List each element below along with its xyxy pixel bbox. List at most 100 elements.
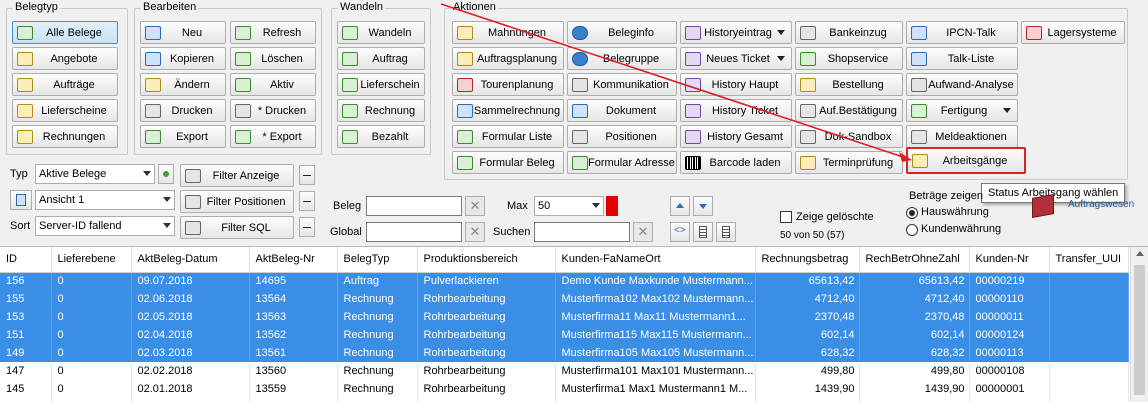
table-row[interactable]: 155 0 02.06.2018 13564 Rechnung Rohrbearbeitu… <box>0 290 1129 308</box>
aufwand-analyse-button[interactable]: Aufwand-Analyse <box>906 73 1018 96</box>
filter-positionen-clear-button[interactable] <box>299 191 315 211</box>
global-clear-button[interactable]: ✕ <box>465 222 485 242</box>
dokument-button[interactable]: Dokument <box>567 99 677 122</box>
auftragswesen-link[interactable]: Auftragswesen <box>1068 199 1134 210</box>
kopieren-button[interactable]: Kopieren <box>140 47 226 70</box>
scroll-bottom-button[interactable] <box>693 196 713 216</box>
filter-sql-clear-button[interactable] <box>299 217 315 237</box>
table-row[interactable]: 145 0 02.01.2018 13559 Rechnung Rohrbearbeitu… <box>0 380 1129 398</box>
sammelrechnung-button[interactable]: Sammelrechnung <box>452 99 564 122</box>
drucken-button[interactable]: Drucken <box>140 99 226 122</box>
angebote-button[interactable]: Angebote <box>12 47 118 70</box>
wandeln-button[interactable]: Wandeln <box>337 21 425 44</box>
history-haupt-button[interactable]: History Haupt <box>680 73 792 96</box>
filter-anzeige-button[interactable]: Filter Anzeige <box>180 164 294 187</box>
list-view-button[interactable] <box>693 222 713 242</box>
status-dot-button[interactable] <box>158 164 174 184</box>
star-export-button[interactable]: * Export <box>230 125 316 148</box>
scrollbar-thumb[interactable] <box>1134 265 1145 395</box>
column-header[interactable]: AktBeleg-Nr <box>249 247 338 273</box>
table-row[interactable]: 153 0 02.05.2018 13563 Rechnung Rohrbearbeitu… <box>0 308 1129 326</box>
code-view-button[interactable]: <> <box>670 222 690 242</box>
barcode-laden-button[interactable]: Barcode laden <box>680 151 792 174</box>
auf-bestaetigung-button[interactable]: Auf.Bestätigung <box>795 99 903 122</box>
table-row[interactable]: 149 0 02.03.2018 13561 Rechnung Rohrbearbeitu… <box>0 344 1129 362</box>
rechnung-button[interactable]: Rechnung <box>337 99 425 122</box>
talk-liste-button[interactable]: Talk-Liste <box>906 47 1018 70</box>
global-input[interactable] <box>366 222 462 242</box>
export-button[interactable]: Export <box>140 125 226 148</box>
scroll-top-button[interactable] <box>670 196 690 216</box>
formular-adresse-button[interactable]: Formular Adresse <box>567 151 677 174</box>
column-header[interactable]: Kunden-Nr <box>969 247 1050 273</box>
beleg-input[interactable] <box>366 196 462 216</box>
rechnungen-button[interactable]: Rechnungen <box>12 125 118 148</box>
filter-positionen-button[interactable]: Filter Positionen <box>180 190 294 213</box>
beleg-clear-button[interactable]: ✕ <box>465 196 485 216</box>
zeige-geloeschte-checkbox[interactable] <box>780 211 792 223</box>
star-drucken-button[interactable]: * Drucken <box>230 99 316 122</box>
positionen-button[interactable]: Positionen <box>567 125 677 148</box>
view-icon-button[interactable] <box>10 190 32 210</box>
column-header[interactable]: ID <box>0 247 52 273</box>
bestellung-button[interactable]: Bestellung <box>795 73 903 96</box>
auftragsplanung-button[interactable]: Auftragsplanung <box>452 47 564 70</box>
mahnungen-button[interactable]: Mahnungen <box>452 21 564 44</box>
formular-beleg-button[interactable]: Formular Beleg <box>452 151 564 174</box>
kundenwaehrung-radio[interactable] <box>906 224 918 236</box>
auftraege-button[interactable]: Aufträge <box>12 73 118 96</box>
alle-belege-button[interactable]: Alle Belege <box>12 21 118 44</box>
neu-button[interactable]: Neu <box>140 21 226 44</box>
shopservice-button[interactable]: Shopservice <box>795 47 903 70</box>
ipcn-talk-button[interactable]: IPCN-Talk <box>906 21 1018 44</box>
fertigung-button[interactable]: Fertigung <box>906 99 1018 122</box>
aendern-button[interactable]: Ändern <box>140 73 226 96</box>
table-row[interactable]: 151 0 02.04.2018 13562 Rechnung Rohrbearbeitu… <box>0 326 1129 344</box>
meldeaktionen-button[interactable]: Meldeaktionen <box>906 125 1018 148</box>
table-row[interactable]: 156 0 09.07.2018 14695 Auftrag Pulverlackiere… <box>0 272 1129 290</box>
detail-view-button[interactable] <box>716 222 736 242</box>
lieferschein-button[interactable]: Lieferschein <box>337 73 425 96</box>
filter-anzeige-clear-button[interactable] <box>299 165 315 185</box>
column-header[interactable]: Lieferebene <box>51 247 132 273</box>
belege-table[interactable]: ID Lieferebene AktBeleg-Datum AktBeleg-Nr Be… <box>0 246 1148 402</box>
column-header[interactable]: AktBeleg-Datum <box>131 247 250 273</box>
ansicht-select[interactable]: Ansicht 1 <box>35 190 175 210</box>
bezahlt-button[interactable]: Bezahlt <box>337 125 425 148</box>
terminpruefung-button[interactable]: Terminprüfung <box>795 151 903 174</box>
vertical-scrollbar[interactable] <box>1130 247 1148 402</box>
kommunikation-button[interactable]: Kommunikation <box>567 73 677 96</box>
neues-ticket-button[interactable]: Neues Ticket <box>680 47 792 70</box>
formular-liste-button[interactable]: Formular Liste <box>452 125 564 148</box>
scroll-up-icon[interactable] <box>1136 251 1144 256</box>
lieferscheine-button[interactable]: Lieferscheine <box>12 99 118 122</box>
belegruppe-button[interactable]: Belegruppe <box>567 47 677 70</box>
bankeinzug-button[interactable]: Bankeinzug <box>795 21 903 44</box>
refresh-button[interactable]: Refresh <box>230 21 316 44</box>
aktiv-button[interactable]: Aktiv <box>230 73 316 96</box>
column-header[interactable]: Rechnungsbetrag <box>755 247 860 273</box>
historyeintrag-button[interactable]: Historyeintrag <box>680 21 792 44</box>
table-row[interactable]: 147 0 02.02.2018 13560 Rechnung Rohrbearbeitu… <box>0 362 1129 380</box>
suchen-input[interactable] <box>534 222 630 242</box>
loeschen-button[interactable]: Löschen <box>230 47 316 70</box>
table-row[interactable]: 143102.07.201814688AuftragRohrbearbeitun… <box>0 398 1129 402</box>
arbeitsgaenge-button[interactable]: Arbeitsgänge <box>906 147 1026 174</box>
beleginfo-button[interactable]: Beleginfo <box>567 21 677 44</box>
hauswaehrung-radio[interactable] <box>906 207 918 219</box>
column-header[interactable]: BelegTyp <box>337 247 418 273</box>
history-ticket-button[interactable]: History Ticket <box>680 99 792 122</box>
column-header[interactable]: RechBetrOhneZahl <box>859 247 970 273</box>
sort-select[interactable]: Server-ID fallend <box>35 216 175 236</box>
dok-sandbox-button[interactable]: Dok-Sandbox <box>795 125 903 148</box>
filter-sql-button[interactable]: Filter SQL <box>180 216 294 239</box>
typ-select[interactable]: Aktive Belege <box>35 164 155 184</box>
max-select[interactable]: 50 <box>534 196 604 216</box>
column-header[interactable]: Produktionsbereich <box>417 247 556 273</box>
auftrag-button[interactable]: Auftrag <box>337 47 425 70</box>
history-gesamt-button[interactable]: History Gesamt <box>680 125 792 148</box>
lagersysteme-button[interactable]: Lagersysteme <box>1021 21 1125 44</box>
tourenplanung-button[interactable]: Tourenplanung <box>452 73 564 96</box>
column-header[interactable]: Transfer_UUI <box>1049 247 1129 273</box>
suchen-clear-button[interactable]: ✕ <box>633 222 653 242</box>
